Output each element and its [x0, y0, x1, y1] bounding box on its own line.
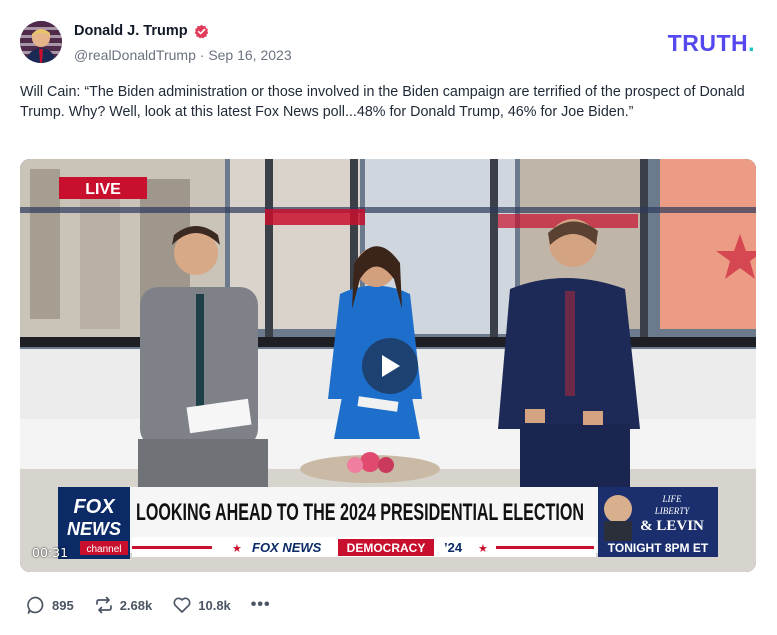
- more-action[interactable]: •••: [251, 596, 271, 614]
- video-timecode: 00:31: [32, 545, 69, 560]
- ticker-year: ’24: [444, 540, 463, 555]
- post-date[interactable]: Sep 16, 2023: [208, 47, 291, 63]
- fox-logo-top: FOX: [73, 496, 116, 518]
- truth-logo[interactable]: TRUTH.: [668, 30, 755, 57]
- live-badge: LIVE: [85, 181, 121, 198]
- post-actions: 895 2.68k 10.8k •••: [26, 594, 291, 616]
- promo-line-3: & LEVIN: [640, 518, 704, 534]
- fox-logo-sub: channel: [86, 544, 121, 555]
- truth-logo-dot: .: [748, 30, 755, 56]
- ticker-star-right: ★: [478, 542, 488, 555]
- play-button[interactable]: [362, 338, 418, 394]
- retruth-icon: [95, 596, 112, 614]
- author-name[interactable]: Donald J. Trump: [74, 23, 188, 39]
- post-header: Donald J. Trump @realDonaldTrump · Sep 1…: [20, 20, 757, 66]
- play-icon: [382, 355, 400, 377]
- verified-badge-icon: [194, 24, 209, 39]
- retruth-count: 2.68k: [119, 597, 153, 613]
- truth-logo-text: TRUTH: [667, 30, 749, 56]
- promo-time: TONIGHT 8PM ET: [608, 541, 709, 555]
- ticker-segment: DEMOCRACY: [347, 541, 426, 555]
- reply-icon: [27, 596, 44, 614]
- video-player[interactable]: LIVE FOX NEWS channel LOOKING AHEAD TO T…: [20, 159, 756, 572]
- like-action[interactable]: 10.8k: [172, 595, 231, 615]
- ticker-star-left: ★: [232, 542, 242, 555]
- ticker-brand: FOX NEWS: [252, 540, 322, 555]
- reply-count: 895: [52, 597, 74, 613]
- avatar-image: [20, 21, 62, 63]
- retruth-action[interactable]: 2.68k: [94, 595, 153, 615]
- post-meta: @realDonaldTrump · Sep 16, 2023: [74, 47, 292, 63]
- avatar[interactable]: [20, 21, 62, 63]
- promo-line-2: LIBERTY: [654, 506, 691, 516]
- fox-logo-bottom: NEWS: [67, 519, 121, 539]
- reply-action[interactable]: 895: [26, 595, 74, 615]
- author-handle[interactable]: @realDonaldTrump: [74, 47, 196, 63]
- promo-line-1: LIFE: [662, 494, 683, 504]
- more-icon: •••: [250, 596, 271, 613]
- headline: LOOKING AHEAD TO THE 2024 PRESIDENTIAL E…: [136, 499, 584, 526]
- post-text: Will Cain: “The Biden administration or …: [20, 84, 745, 120]
- like-count: 10.8k: [198, 597, 231, 613]
- heart-icon: [173, 597, 191, 613]
